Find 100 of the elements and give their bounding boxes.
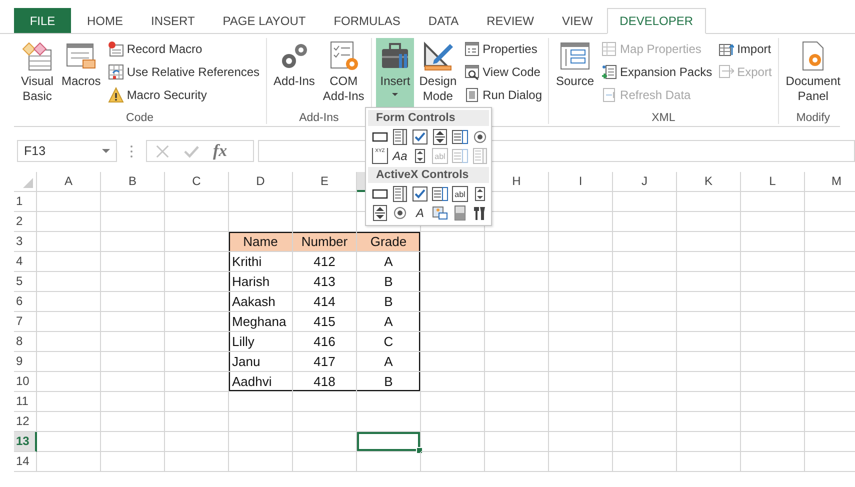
row-header[interactable]: 1: [14, 192, 37, 212]
export-icon: [718, 64, 734, 80]
column-header[interactable]: A: [37, 172, 101, 192]
ribbon-button[interactable]: View Code: [462, 61, 544, 83]
ribbon-button[interactable]: Source: [553, 38, 598, 108]
combo-box-icon[interactable]: [392, 186, 408, 202]
ribbon-button[interactable]: Run Dialog: [462, 84, 544, 106]
checkbox-icon[interactable]: [412, 129, 428, 145]
ribbon-button[interactable]: Macro Security: [106, 84, 262, 106]
option-button-icon[interactable]: [472, 129, 488, 145]
toggle-button-icon[interactable]: [452, 205, 468, 221]
scroll-bar-icon[interactable]: [412, 148, 428, 164]
label-tool[interactable]: A: [412, 205, 428, 221]
list-box-icon[interactable]: [452, 129, 468, 145]
check-icon[interactable]: [184, 144, 199, 158]
row-header[interactable]: 13: [14, 432, 37, 452]
text-box-tool[interactable]: abl: [452, 186, 468, 202]
grip-icon[interactable]: [130, 144, 133, 158]
ribbon-button[interactable]: COM Add-Ins: [320, 38, 368, 108]
column-header[interactable]: I: [549, 172, 613, 192]
ribbon-tab[interactable]: FORMULAS: [320, 8, 414, 33]
spin-button-icon[interactable]: [432, 129, 448, 145]
column-header[interactable]: L: [741, 172, 805, 192]
ribbon-button[interactable]: Import: [716, 38, 774, 60]
insert-function-button[interactable]: fx: [213, 141, 228, 161]
grid-cell: [37, 272, 101, 292]
page-icon: [601, 87, 618, 103]
ribbon-tab[interactable]: INSERT: [137, 8, 209, 33]
tools-icon[interactable]: [472, 205, 488, 221]
ribbon-button[interactable]: Record Macro: [106, 38, 262, 60]
scroll-bar-icon[interactable]: [472, 186, 488, 202]
plus-page-icon: [601, 64, 618, 80]
ribbon-button[interactable]: Design Mode: [416, 38, 460, 108]
grid-cell: [549, 212, 613, 232]
ribbon-button[interactable]: Visual Basic: [18, 38, 56, 108]
label-tool[interactable]: Aa: [392, 148, 408, 164]
column-header[interactable]: K: [677, 172, 741, 192]
ribbon-button[interactable]: Properties: [462, 38, 544, 60]
group-label: Add-Ins: [298, 111, 340, 124]
row-header[interactable]: 8: [14, 332, 37, 352]
ribbon-button[interactable]: Use Relative References: [106, 61, 262, 83]
grid-cell: [37, 292, 101, 312]
grid-cell: [101, 312, 165, 332]
menu-section-title: ActiveX Controls: [368, 167, 489, 183]
combo-box-icon[interactable]: [392, 129, 408, 145]
grid-cell: [229, 452, 293, 472]
grid-cell: [741, 252, 805, 272]
checkbox-icon[interactable]: [412, 186, 428, 202]
row-header[interactable]: 5: [14, 272, 37, 292]
row-header[interactable]: 9: [14, 352, 37, 372]
grid-cell: [677, 252, 741, 272]
column-header[interactable]: D: [229, 172, 293, 192]
grid-cell: [101, 372, 165, 392]
row-header[interactable]: 14: [14, 452, 37, 472]
table-header-cell: Number: [293, 232, 357, 252]
ribbon-button[interactable]: Expansion Packs: [599, 61, 714, 83]
list-box-icon[interactable]: [432, 186, 448, 202]
column-header[interactable]: J: [613, 172, 677, 192]
row-header[interactable]: 3: [14, 232, 37, 252]
code-window-icon: [21, 40, 54, 72]
ribbon-tab[interactable]: FILE: [14, 8, 71, 33]
row-header[interactable]: 2: [14, 212, 37, 232]
ribbon-button[interactable]: Document Panel: [782, 38, 844, 108]
grid-cell: [421, 352, 485, 372]
column-header[interactable]: B: [101, 172, 165, 192]
ribbon-tab[interactable]: VIEW: [548, 8, 607, 33]
row-header[interactable]: 6: [14, 292, 37, 312]
grid-cell: [37, 352, 101, 372]
ribbon-tab[interactable]: REVIEW: [472, 8, 548, 33]
image-icon[interactable]: [432, 205, 448, 221]
ribbon-button[interactable]: Add-Ins: [270, 38, 318, 108]
ribbon-button[interactable]: Insert: [376, 38, 414, 108]
spin-button-icon[interactable]: [372, 205, 388, 221]
row-header[interactable]: 4: [14, 252, 37, 272]
row-header[interactable]: 11: [14, 392, 37, 412]
name-box[interactable]: F13: [17, 140, 117, 162]
ribbon-tab[interactable]: DEVELOPER: [606, 8, 706, 34]
table-header-cell: Name: [229, 232, 293, 252]
row-header[interactable]: 10: [14, 372, 37, 392]
row-header[interactable]: 7: [14, 312, 37, 332]
ribbon-tab[interactable]: HOME: [73, 8, 137, 33]
ribbon-button[interactable]: Macros: [58, 38, 104, 108]
column-header[interactable]: M: [805, 172, 855, 192]
grid-cell: [293, 392, 357, 412]
table-header-cell: Grade: [357, 232, 421, 252]
selected-cell[interactable]: [357, 432, 421, 452]
grid-cell: [549, 272, 613, 292]
group-label: Modify: [795, 111, 832, 124]
grid-cell: [741, 372, 805, 392]
ribbon-tab[interactable]: DATA: [414, 8, 473, 33]
grid-cell: [37, 412, 101, 432]
fill-handle[interactable]: [416, 447, 423, 454]
grid-cell: [229, 412, 293, 432]
grid-cell: [613, 232, 677, 252]
grid-cell: [485, 352, 549, 372]
grid-cell: [549, 332, 613, 352]
ribbon-tab[interactable]: PAGE LAYOUT: [208, 8, 320, 33]
option-button-icon[interactable]: [392, 205, 408, 221]
column-header[interactable]: C: [165, 172, 229, 192]
grid-cell: [677, 232, 741, 252]
